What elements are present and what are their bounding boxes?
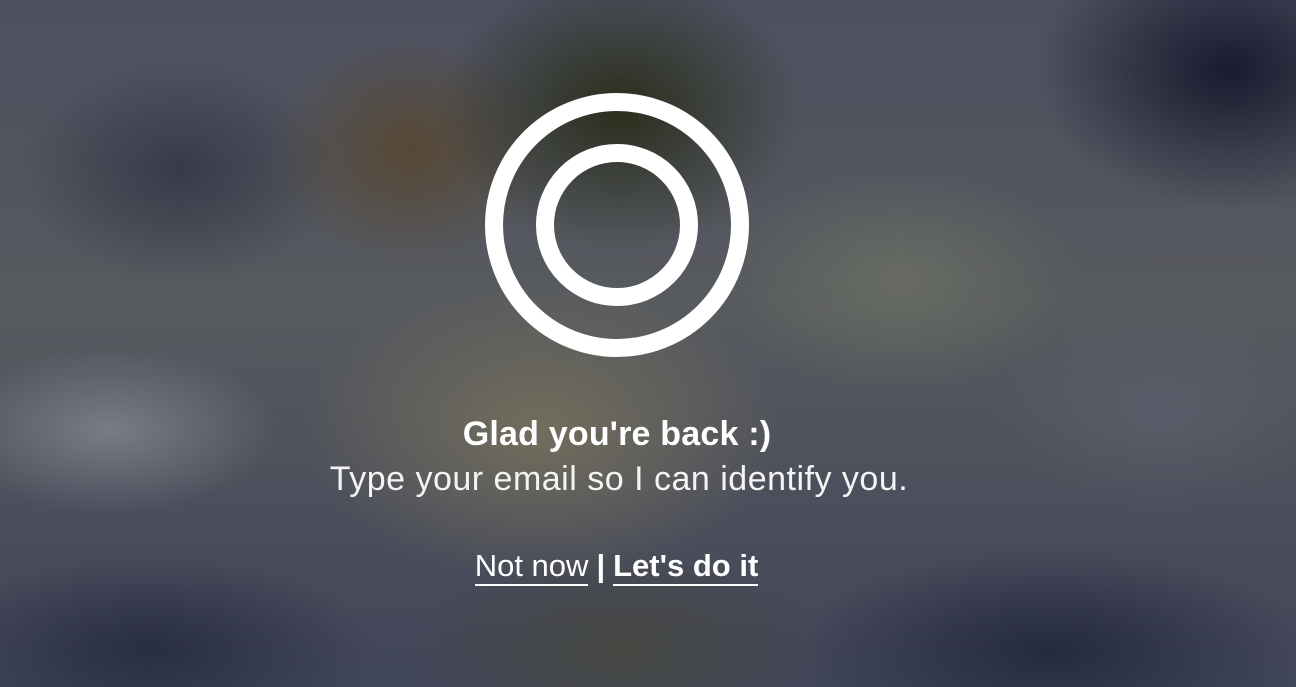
lets-do-it-link[interactable]: Let's do it <box>613 548 759 586</box>
not-now-link[interactable]: Not now <box>474 548 589 586</box>
identify-message: Type your email so I can identify you. <box>329 460 909 498</box>
welcome-heading: Glad you're back :) <box>462 415 772 453</box>
action-links: Not now | Let's do it <box>0 545 1233 587</box>
link-separator: | <box>596 548 606 583</box>
concentric-rings-icon <box>485 93 749 357</box>
